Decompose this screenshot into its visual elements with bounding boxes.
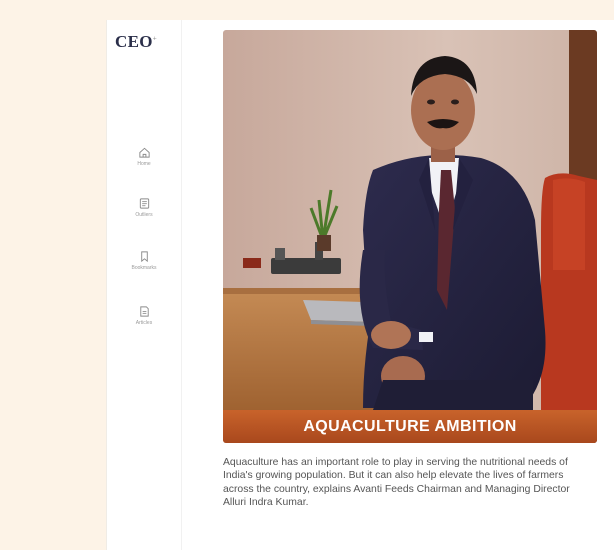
cover-photo: [223, 30, 597, 443]
logo-mark: +: [152, 34, 157, 43]
article-summary: Aquaculture has an important role to pla…: [223, 457, 570, 508]
logo[interactable]: CEO+: [115, 32, 157, 52]
sidebar-item-articles[interactable]: Articles: [121, 305, 167, 326]
sidebar-item-label: Home: [137, 161, 151, 167]
sidebar-item-label: Bookmarks: [131, 265, 157, 271]
article-icon: [139, 306, 149, 317]
sidebar: CEO+ Home Outliers Bookmarks Articles: [107, 20, 182, 550]
home-icon: [138, 147, 150, 158]
logo-text: CEO: [115, 32, 153, 51]
list-icon: [139, 198, 149, 209]
sidebar-item-label: Articles: [135, 320, 153, 326]
article-cover-image[interactable]: AQUACULTURE AMBITION: [223, 30, 597, 443]
sidebar-item-outliers[interactable]: Outliers: [121, 197, 167, 218]
app-window: CEO+ Home Outliers Bookmarks Articles AQ…: [106, 20, 614, 550]
main-content: AQUACULTURE AMBITION Aquaculture has an …: [181, 20, 614, 550]
bookmark-icon: [140, 251, 148, 263]
sidebar-item-label: Outliers: [135, 212, 153, 218]
sidebar-item-home[interactable]: Home: [121, 146, 167, 167]
article-title: AQUACULTURE AMBITION: [223, 410, 597, 443]
sidebar-item-bookmarks[interactable]: Bookmarks: [121, 250, 167, 271]
